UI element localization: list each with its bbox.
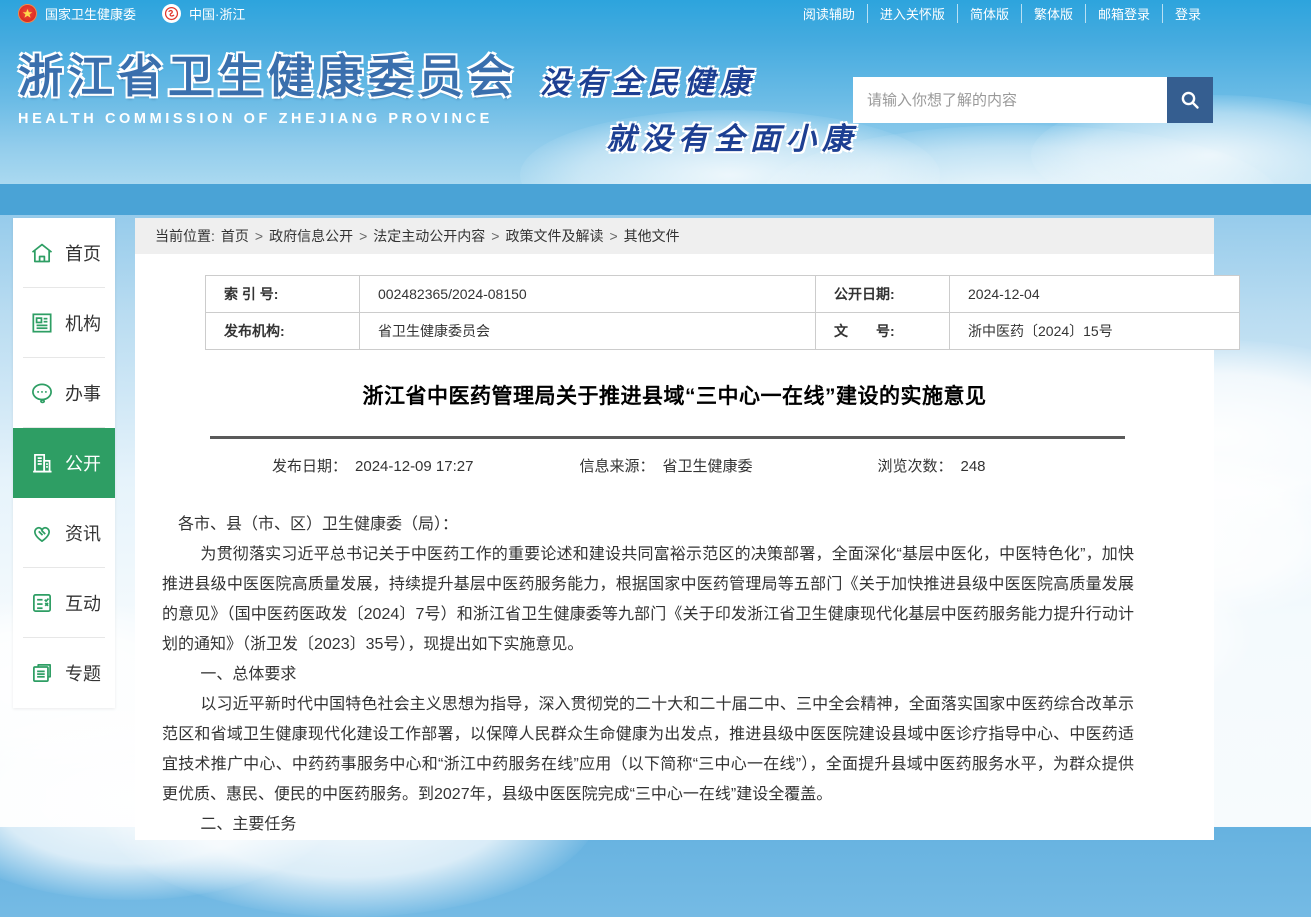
sidebar-item-home[interactable]: 首页 xyxy=(13,218,115,288)
top-utility-bar: 国家卫生健康委 中国·浙江 阅读辅助 进入关怀版 简体版 繁体版 邮箱登录 登录 xyxy=(0,0,1311,26)
breadcrumb-separator: > xyxy=(491,228,499,244)
info-source: 信息来源： 省卫生健康委 xyxy=(579,455,752,476)
article-body: 各市、县（市、区）卫生健康委（局）： 为贯彻落实习近平总书记关于中医药工作的重要… xyxy=(162,510,1134,840)
link-traditional[interactable]: 繁体版 xyxy=(1021,4,1085,23)
table-row: 发布机构: 省卫生健康委员会 文 号: 浙中医药〔2024〕15号 xyxy=(206,313,1240,350)
national-emblem-icon xyxy=(18,4,37,23)
building-icon xyxy=(29,450,55,476)
article-paragraph: 各市、县（市、区）卫生健康委（局）： xyxy=(162,510,1134,540)
issuing-agency-value: 省卫生健康委员会 xyxy=(360,313,816,350)
sidebar-item-interaction[interactable]: 互动 xyxy=(13,568,115,638)
site-logo[interactable]: 浙江省卫生健康委员会 HEALTH COMMISSION OF ZHEJIANG… xyxy=(18,52,518,127)
sidebar-item-news[interactable]: 资讯 xyxy=(13,498,115,568)
form-check-icon xyxy=(29,590,55,616)
info-source-value: 省卫生健康委 xyxy=(662,458,752,475)
view-count: 浏览次数： 248 xyxy=(877,455,985,476)
link-simplified[interactable]: 简体版 xyxy=(957,4,1021,23)
link-national-health-commission[interactable]: 国家卫生健康委 xyxy=(18,4,136,23)
topbar-link-label: 中国·浙江 xyxy=(189,4,245,23)
main-nav-sidebar: 首页 机构 办事 xyxy=(13,218,115,708)
sidebar-item-label: 公开 xyxy=(65,450,101,476)
publish-date-label: 公开日期: xyxy=(816,276,950,313)
sidebar-item-label: 办事 xyxy=(65,380,101,406)
stacked-docs-icon xyxy=(29,660,55,686)
content-panel: 当前位置: 首页 > 政府信息公开 > 法定主动公开内容 > 政策文件及解读 >… xyxy=(135,218,1214,840)
search-input[interactable] xyxy=(853,77,1167,123)
link-care-version[interactable]: 进入关怀版 xyxy=(867,4,957,23)
info-source-label: 信息来源： xyxy=(579,458,654,475)
breadcrumb: 当前位置: 首页 > 政府信息公开 > 法定主动公开内容 > 政策文件及解读 >… xyxy=(135,218,1214,254)
sidebar-item-topics[interactable]: 专题 xyxy=(13,638,115,708)
article-paragraph: 为贯彻落实习近平总书记关于中医药工作的重要论述和建设共同富裕示范区的决策部署，全… xyxy=(162,540,1134,660)
sidebar-item-label: 首页 xyxy=(65,240,101,266)
doc-number-value: 浙中医药〔2024〕15号 xyxy=(950,313,1240,350)
document-info-table: 索 引 号: 002482365/2024-08150 公开日期: 2024-1… xyxy=(205,275,1240,350)
zhejiang-gov-logo-icon xyxy=(162,4,181,23)
chat-bubble-icon xyxy=(29,380,55,406)
site-search xyxy=(853,77,1213,123)
site-header: 国家卫生健康委 中国·浙江 阅读辅助 进入关怀版 简体版 繁体版 邮箱登录 登录… xyxy=(0,0,1311,184)
breadcrumb-item-gov-info[interactable]: 政府信息公开 xyxy=(269,226,353,246)
breadcrumb-item-statutory[interactable]: 法定主动公开内容 xyxy=(373,226,485,246)
site-title: 浙江省卫生健康委员会 xyxy=(18,52,518,102)
breadcrumb-prefix: 当前位置: xyxy=(155,226,215,246)
slogan-line-1: 没有全民健康 xyxy=(540,58,858,102)
topbar-link-label: 国家卫生健康委 xyxy=(45,4,136,23)
article-section-heading: 一、总体要求 xyxy=(162,660,1134,690)
table-row: 索 引 号: 002482365/2024-08150 公开日期: 2024-1… xyxy=(206,276,1240,313)
publish-datetime: 发布日期： 2024-12-09 17:27 xyxy=(272,455,473,476)
view-count-label: 浏览次数： xyxy=(877,458,952,475)
sidebar-item-services[interactable]: 办事 xyxy=(13,358,115,428)
publish-datetime-value: 2024-12-09 17:27 xyxy=(355,458,473,475)
sidebar-item-label: 专题 xyxy=(65,660,101,686)
link-login[interactable]: 登录 xyxy=(1162,4,1213,23)
sidebar-item-label: 机构 xyxy=(65,310,101,336)
view-count-value: 248 xyxy=(961,458,986,475)
home-icon xyxy=(29,240,55,266)
sidebar-item-org[interactable]: 机构 xyxy=(13,288,115,358)
sidebar-item-disclosure[interactable]: 公开 xyxy=(13,428,115,498)
sidebar-item-label: 资讯 xyxy=(65,520,101,546)
breadcrumb-separator: > xyxy=(359,228,367,244)
doc-number-label: 文 号: xyxy=(816,313,950,350)
slogan-line-2: 就没有全面小康 xyxy=(540,114,858,158)
header-divider-band xyxy=(0,184,1311,215)
publish-datetime-label: 发布日期： xyxy=(272,458,347,475)
publish-date-value: 2024-12-04 xyxy=(950,276,1240,313)
issuing-agency-label: 发布机构: xyxy=(206,313,360,350)
newspaper-icon xyxy=(29,310,55,336)
header-slogan: 没有全民健康 就没有全面小康 xyxy=(540,58,858,158)
article-meta-row: 发布日期： 2024-12-09 17:27 信息来源： 省卫生健康委 浏览次数： 2… xyxy=(135,455,1214,476)
link-mail-login[interactable]: 邮箱登录 xyxy=(1085,4,1162,23)
breadcrumb-item-other-docs[interactable]: 其他文件 xyxy=(624,226,680,246)
article-title: 浙江省中医药管理局关于推进县域“三中心一在线”建设的实施意见 xyxy=(135,380,1214,410)
sidebar-item-label: 互动 xyxy=(65,590,101,616)
topbar-left-links: 国家卫生健康委 中国·浙江 xyxy=(18,4,245,23)
site-subtitle: HEALTH COMMISSION OF ZHEJIANG PROVINCE xyxy=(18,111,518,127)
article-paragraph: 以习近平新时代中国特色社会主义思想为指导，深入贯彻党的二十大和二十届二中、三中全… xyxy=(162,690,1134,810)
index-number-value: 002482365/2024-08150 xyxy=(360,276,816,313)
link-reading-aid[interactable]: 阅读辅助 xyxy=(791,4,867,23)
breadcrumb-item-policy-docs[interactable]: 政策文件及解读 xyxy=(505,226,603,246)
handshake-heart-icon xyxy=(29,520,55,546)
index-number-label: 索 引 号: xyxy=(206,276,360,313)
title-divider-line xyxy=(210,436,1125,439)
search-icon xyxy=(1178,88,1202,112)
search-button[interactable] xyxy=(1167,77,1213,123)
breadcrumb-item-home[interactable]: 首页 xyxy=(221,226,249,246)
breadcrumb-separator: > xyxy=(255,228,263,244)
article-section-heading: 二、主要任务 xyxy=(162,810,1134,840)
breadcrumb-separator: > xyxy=(609,228,617,244)
topbar-right-links: 阅读辅助 进入关怀版 简体版 繁体版 邮箱登录 登录 xyxy=(791,4,1213,23)
link-china-zhejiang[interactable]: 中国·浙江 xyxy=(162,4,245,23)
